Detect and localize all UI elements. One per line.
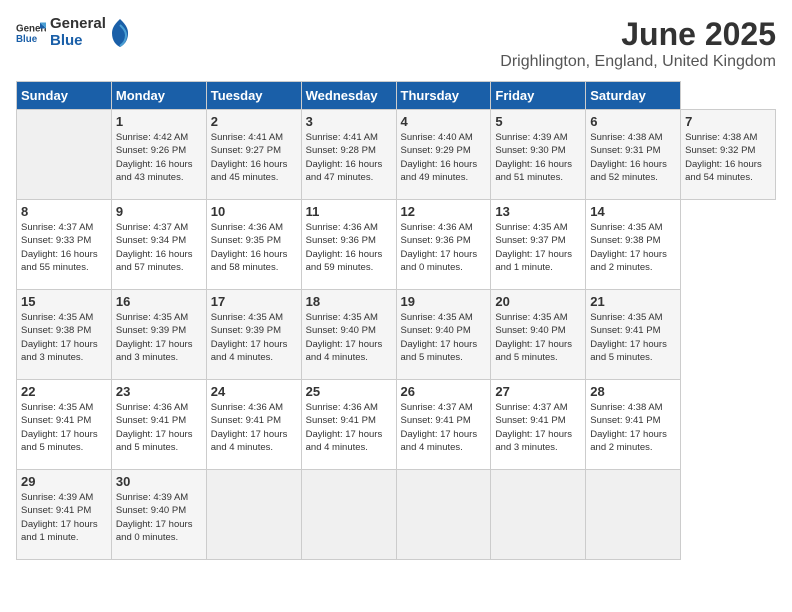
calendar-cell-day-19: 19Sunrise: 4:35 AMSunset: 9:40 PMDayligh… xyxy=(396,290,491,380)
header-monday: Monday xyxy=(111,82,206,110)
page-header: General Blue General Blue June 2025 Drig… xyxy=(16,16,776,71)
logo-icon: General Blue xyxy=(16,21,46,45)
calendar-cell-day-24: 24Sunrise: 4:36 AMSunset: 9:41 PMDayligh… xyxy=(206,380,301,470)
calendar-week-3: 15Sunrise: 4:35 AMSunset: 9:38 PMDayligh… xyxy=(17,290,776,380)
calendar-cell-day-10: 10Sunrise: 4:36 AMSunset: 9:35 PMDayligh… xyxy=(206,200,301,290)
calendar-cell-day-11: 11Sunrise: 4:36 AMSunset: 9:36 PMDayligh… xyxy=(301,200,396,290)
calendar-cell-day-14: 14Sunrise: 4:35 AMSunset: 9:38 PMDayligh… xyxy=(586,200,681,290)
calendar-week-4: 22Sunrise: 4:35 AMSunset: 9:41 PMDayligh… xyxy=(17,380,776,470)
logo-blue: Blue xyxy=(50,33,106,50)
calendar-cell-day-16: 16Sunrise: 4:35 AMSunset: 9:39 PMDayligh… xyxy=(111,290,206,380)
header-wednesday: Wednesday xyxy=(301,82,396,110)
calendar-cell-day-21: 21Sunrise: 4:35 AMSunset: 9:41 PMDayligh… xyxy=(586,290,681,380)
calendar-cell-day-28: 28Sunrise: 4:38 AMSunset: 9:41 PMDayligh… xyxy=(586,380,681,470)
calendar-cell-day-20: 20Sunrise: 4:35 AMSunset: 9:40 PMDayligh… xyxy=(491,290,586,380)
calendar-cell-day-8: 8Sunrise: 4:37 AMSunset: 9:33 PMDaylight… xyxy=(17,200,112,290)
header-thursday: Thursday xyxy=(396,82,491,110)
calendar-cell-day-3: 3Sunrise: 4:41 AMSunset: 9:28 PMDaylight… xyxy=(301,110,396,200)
empty-cell xyxy=(17,110,112,200)
calendar-cell-day-30: 30Sunrise: 4:39 AMSunset: 9:40 PMDayligh… xyxy=(111,470,206,560)
calendar-cell-day-23: 23Sunrise: 4:36 AMSunset: 9:41 PMDayligh… xyxy=(111,380,206,470)
svg-text:Blue: Blue xyxy=(16,34,38,45)
logo-wave-icon xyxy=(110,19,130,47)
logo: General Blue General Blue xyxy=(16,16,130,49)
header-sunday: Sunday xyxy=(17,82,112,110)
calendar-cell-day-5: 5Sunrise: 4:39 AMSunset: 9:30 PMDaylight… xyxy=(491,110,586,200)
calendar-cell-day-9: 9Sunrise: 4:37 AMSunset: 9:34 PMDaylight… xyxy=(111,200,206,290)
calendar-cell-day-22: 22Sunrise: 4:35 AMSunset: 9:41 PMDayligh… xyxy=(17,380,112,470)
subtitle: Drighlington, England, United Kingdom xyxy=(500,53,776,71)
calendar-cell-day-17: 17Sunrise: 4:35 AMSunset: 9:39 PMDayligh… xyxy=(206,290,301,380)
header-tuesday: Tuesday xyxy=(206,82,301,110)
calendar-cell-day-27: 27Sunrise: 4:37 AMSunset: 9:41 PMDayligh… xyxy=(491,380,586,470)
header-saturday: Saturday xyxy=(586,82,681,110)
empty-cell xyxy=(491,470,586,560)
calendar-cell-day-29: 29Sunrise: 4:39 AMSunset: 9:41 PMDayligh… xyxy=(17,470,112,560)
calendar-week-1: 1Sunrise: 4:42 AMSunset: 9:26 PMDaylight… xyxy=(17,110,776,200)
calendar-cell-day-15: 15Sunrise: 4:35 AMSunset: 9:38 PMDayligh… xyxy=(17,290,112,380)
calendar-week-5: 29Sunrise: 4:39 AMSunset: 9:41 PMDayligh… xyxy=(17,470,776,560)
calendar-cell-day-13: 13Sunrise: 4:35 AMSunset: 9:37 PMDayligh… xyxy=(491,200,586,290)
calendar-week-2: 8Sunrise: 4:37 AMSunset: 9:33 PMDaylight… xyxy=(17,200,776,290)
calendar-cell-day-18: 18Sunrise: 4:35 AMSunset: 9:40 PMDayligh… xyxy=(301,290,396,380)
header-friday: Friday xyxy=(491,82,586,110)
calendar-cell-day-6: 6Sunrise: 4:38 AMSunset: 9:31 PMDaylight… xyxy=(586,110,681,200)
calendar-cell-day-25: 25Sunrise: 4:36 AMSunset: 9:41 PMDayligh… xyxy=(301,380,396,470)
calendar-cell-day-26: 26Sunrise: 4:37 AMSunset: 9:41 PMDayligh… xyxy=(396,380,491,470)
calendar-header-row: SundayMondayTuesdayWednesdayThursdayFrid… xyxy=(17,82,776,110)
logo-general: General xyxy=(50,16,106,33)
empty-cell xyxy=(396,470,491,560)
calendar-cell-day-7: 7Sunrise: 4:38 AMSunset: 9:32 PMDaylight… xyxy=(681,110,776,200)
calendar-cell-day-12: 12Sunrise: 4:36 AMSunset: 9:36 PMDayligh… xyxy=(396,200,491,290)
empty-cell xyxy=(586,470,681,560)
calendar-cell-day-4: 4Sunrise: 4:40 AMSunset: 9:29 PMDaylight… xyxy=(396,110,491,200)
calendar-cell-day-2: 2Sunrise: 4:41 AMSunset: 9:27 PMDaylight… xyxy=(206,110,301,200)
calendar-body: 1Sunrise: 4:42 AMSunset: 9:26 PMDaylight… xyxy=(17,110,776,560)
empty-cell xyxy=(301,470,396,560)
calendar-table: SundayMondayTuesdayWednesdayThursdayFrid… xyxy=(16,81,776,560)
main-title: June 2025 xyxy=(500,16,776,53)
title-area: June 2025 Drighlington, England, United … xyxy=(500,16,776,71)
empty-cell xyxy=(206,470,301,560)
calendar-cell-day-1: 1Sunrise: 4:42 AMSunset: 9:26 PMDaylight… xyxy=(111,110,206,200)
